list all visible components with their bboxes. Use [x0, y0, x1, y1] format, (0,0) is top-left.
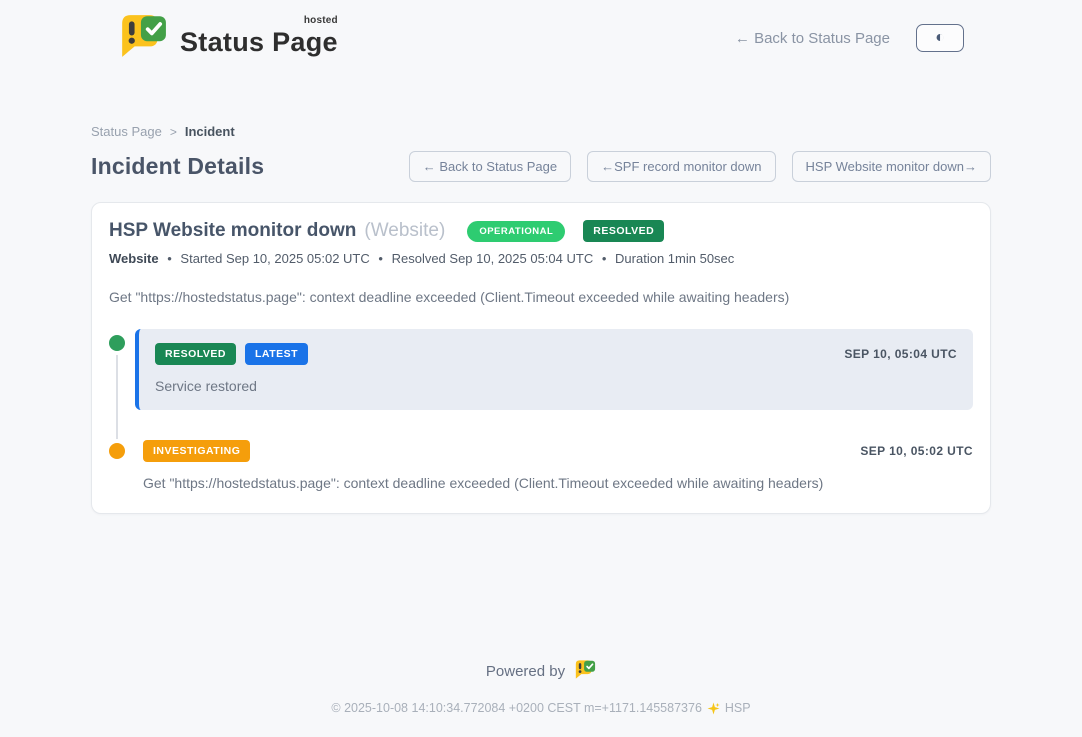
- copyright-suffix: HSP: [725, 701, 751, 715]
- header-actions: ← Back to Status Page ◐: [735, 24, 964, 52]
- timeline-entry-header: INVESTIGATING SEP 10, 05:02 UTC: [143, 440, 973, 462]
- brand-name: Status Page hosted: [180, 19, 338, 58]
- copyright-line: © 2025-10-08 14:10:34.772084 +0200 CEST …: [0, 701, 1082, 715]
- operational-status-badge: OPERATIONAL: [467, 221, 565, 242]
- incident-description: Get "https://hostedstatus.page": context…: [109, 289, 973, 305]
- breadcrumb-separator: >: [170, 125, 177, 139]
- breadcrumb: Status Page > Incident: [91, 124, 991, 139]
- timeline-entry-content: RESOLVED LATEST SEP 10, 05:04 UTC Servic…: [135, 329, 973, 410]
- timeline-entry-header: RESOLVED LATEST SEP 10, 05:04 UTC: [155, 343, 957, 365]
- status-page-mini-logo-icon: [574, 659, 596, 684]
- incident-title-row: HSP Website monitor down (Website) OPERA…: [109, 220, 973, 242]
- resolved-state-badge: RESOLVED: [583, 220, 664, 242]
- meta-component: Website: [109, 251, 159, 266]
- copyright-text: © 2025-10-08 14:10:34.772084 +0200 CEST …: [331, 701, 702, 715]
- meta-duration: Duration 1min 50sec: [615, 251, 734, 266]
- sparkle-icon: [707, 702, 720, 715]
- breadcrumb-incident: Incident: [185, 124, 235, 139]
- meta-separator: •: [378, 251, 383, 266]
- next-incident-button[interactable]: HSP Website monitor down→: [792, 151, 991, 182]
- latest-badge: LATEST: [245, 343, 308, 365]
- investigating-badge: INVESTIGATING: [143, 440, 250, 462]
- resolved-badge: RESOLVED: [155, 343, 236, 365]
- timeline-entry-content: INVESTIGATING SEP 10, 05:02 UTC Get "htt…: [135, 440, 973, 491]
- incident-meta: Website • Started Sep 10, 2025 05:02 UTC…: [109, 251, 973, 266]
- title-row: Incident Details ← Back to Status Page ←…: [91, 151, 991, 182]
- timeline-highlighted-card: RESOLVED LATEST SEP 10, 05:04 UTC Servic…: [135, 329, 973, 410]
- powered-by-label: Powered by: [486, 663, 565, 680]
- incident-card: HSP Website monitor down (Website) OPERA…: [91, 202, 991, 514]
- meta-separator: •: [167, 251, 172, 266]
- breadcrumb-status-page[interactable]: Status Page: [91, 124, 162, 139]
- header-back-link[interactable]: ← Back to Status Page: [735, 30, 890, 47]
- timeline-message: Get "https://hostedstatus.page": context…: [143, 475, 973, 491]
- site-header: Status Page hosted ← Back to Status Page…: [0, 0, 1082, 76]
- brand-logo: Status Page hosted: [118, 13, 338, 64]
- timeline-orange-dot-icon: [109, 443, 125, 459]
- incident-nav-buttons: ← Back to Status Page ←SPF record monito…: [409, 151, 991, 182]
- meta-resolved: Resolved Sep 10, 2025 05:04 UTC: [392, 251, 594, 266]
- back-to-status-page-button[interactable]: ← Back to Status Page: [409, 151, 571, 182]
- status-page-logo-icon: [118, 13, 168, 64]
- previous-incident-button[interactable]: ←SPF record monitor down: [587, 151, 775, 182]
- timeline-entry-resolved: RESOLVED LATEST SEP 10, 05:04 UTC Servic…: [109, 329, 973, 410]
- timeline-entry-investigating: INVESTIGATING SEP 10, 05:02 UTC Get "htt…: [109, 440, 973, 491]
- half-circle-theme-icon: ◐: [935, 30, 945, 46]
- site-footer: Powered by © 2025-10-08 14:10:34.772084 …: [0, 659, 1082, 737]
- powered-by-link[interactable]: Powered by: [0, 659, 1082, 684]
- incident-timeline: RESOLVED LATEST SEP 10, 05:04 UTC Servic…: [109, 329, 973, 491]
- incident-title: HSP Website monitor down: [109, 220, 356, 242]
- main-content: Status Page > Incident Incident Details …: [91, 76, 991, 659]
- meta-separator: •: [602, 251, 607, 266]
- timeline-timestamp: SEP 10, 05:02 UTC: [860, 444, 973, 458]
- page-title: Incident Details: [91, 153, 264, 180]
- theme-toggle-button[interactable]: ◐: [916, 24, 964, 52]
- incident-component: (Website): [364, 220, 445, 242]
- meta-started: Started Sep 10, 2025 05:02 UTC: [180, 251, 369, 266]
- timeline-green-dot-icon: [109, 335, 125, 351]
- brand-superscript: hosted: [304, 15, 338, 26]
- timeline-message: Service restored: [155, 378, 957, 394]
- timeline-timestamp: SEP 10, 05:04 UTC: [844, 347, 957, 361]
